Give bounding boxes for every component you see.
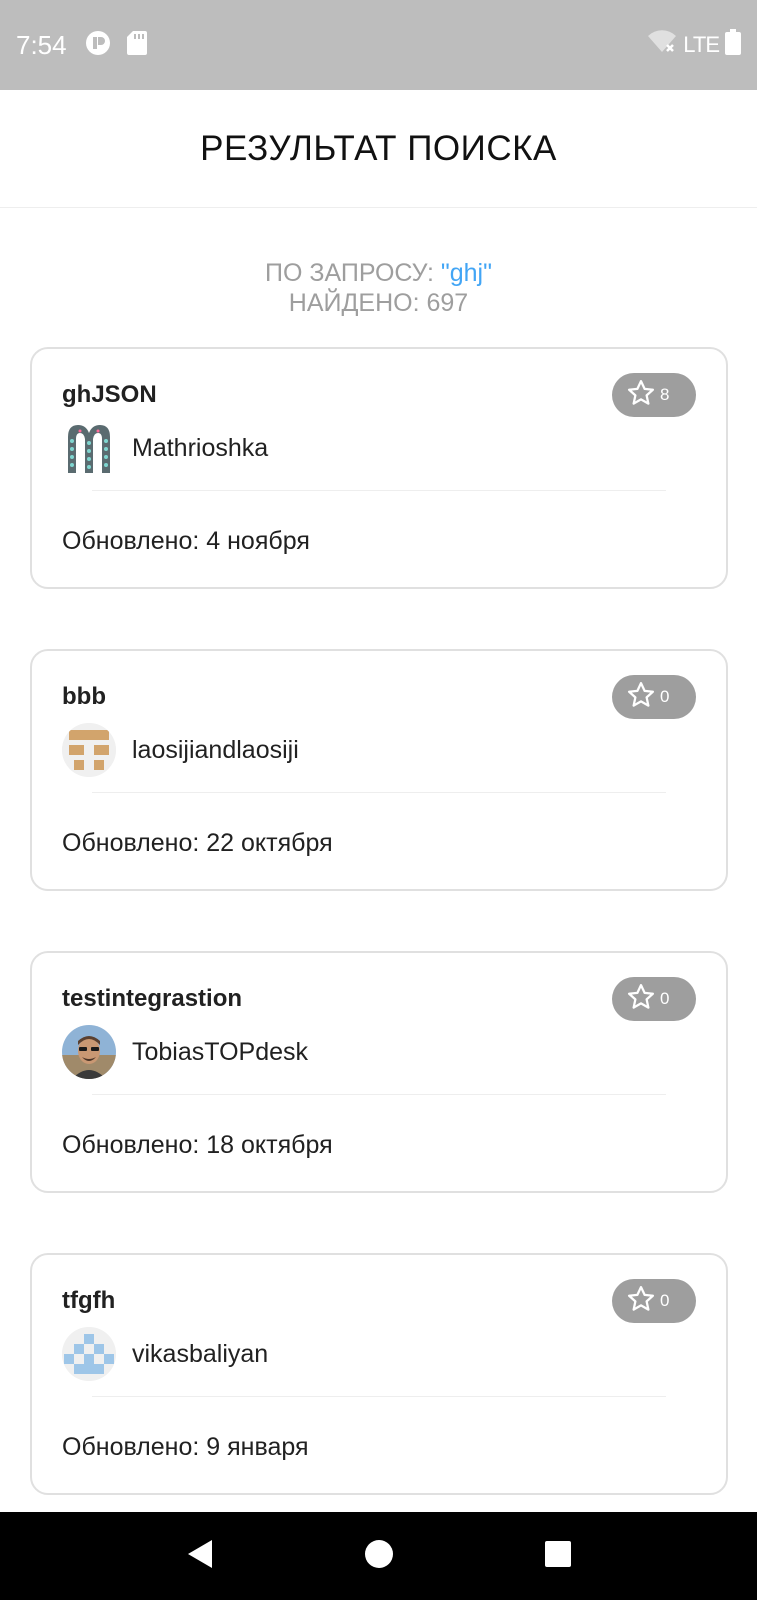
repo-card[interactable]: testintegrastion 0 TobiasTOPdesk Обновле… bbox=[30, 951, 728, 1193]
owner-name: laosijiandlaosiji bbox=[132, 735, 299, 764]
app-bar: РЕЗУЛЬТАТ ПОИСКА bbox=[0, 90, 757, 208]
star-icon bbox=[626, 680, 656, 715]
owner-name: TobiasTOPdesk bbox=[132, 1037, 309, 1066]
divider bbox=[92, 1396, 666, 1397]
found-count: НАЙДЕНО: 697 bbox=[288, 289, 469, 317]
star-badge: 0 bbox=[612, 675, 696, 719]
record-icon bbox=[85, 30, 111, 61]
home-button[interactable] bbox=[359, 1536, 399, 1576]
star-icon bbox=[626, 378, 656, 413]
divider bbox=[92, 1094, 666, 1095]
battery-icon bbox=[725, 29, 741, 61]
star-icon bbox=[626, 982, 656, 1017]
identicon-blue-avatar bbox=[62, 1327, 116, 1381]
matryoshka-logo-avatar bbox=[62, 421, 116, 475]
wifi-off-icon bbox=[647, 30, 677, 60]
updated-date: Обновлено: 18 октября bbox=[62, 1131, 333, 1159]
network-type: LTE bbox=[683, 32, 720, 57]
system-nav-bar bbox=[0, 1512, 757, 1600]
repo-name: testintegrastion bbox=[62, 985, 243, 1012]
repo-name: tfgfh bbox=[62, 1287, 116, 1314]
query-value: "ghj" bbox=[440, 259, 492, 287]
divider bbox=[92, 792, 666, 793]
star-count: 0 bbox=[660, 1291, 670, 1310]
sd-card-icon bbox=[126, 30, 147, 60]
star-badge: 8 bbox=[612, 373, 696, 417]
page-title: РЕЗУЛЬТАТ ПОИСКА bbox=[200, 128, 557, 168]
star-badge: 0 bbox=[612, 1279, 696, 1323]
star-count: 8 bbox=[660, 385, 670, 404]
star-count: 0 bbox=[660, 989, 670, 1008]
search-summary: ПО ЗАПРОСУ: "ghj" НАЙДЕНО: 697 bbox=[0, 258, 757, 318]
repo-card[interactable]: ghJSON 8 Mathrioshka Обновлено: 4 ноября bbox=[30, 347, 728, 589]
status-time: 7:54 bbox=[16, 29, 67, 60]
repo-card[interactable]: tfgfh 0 vikasbaliyan Обновлено: 9 января bbox=[30, 1253, 728, 1495]
photo-avatar bbox=[62, 1025, 116, 1079]
owner-name: Mathrioshka bbox=[132, 433, 269, 462]
query-label: ПО ЗАПРОСУ: bbox=[265, 259, 441, 287]
identicon-tan-avatar bbox=[62, 723, 116, 777]
back-button[interactable] bbox=[180, 1536, 220, 1576]
owner-row[interactable]: TobiasTOPdesk bbox=[62, 1025, 308, 1079]
home-circle-icon bbox=[364, 1539, 394, 1574]
owner-row[interactable]: Mathrioshka bbox=[62, 421, 268, 475]
owner-row[interactable]: vikasbaliyan bbox=[62, 1327, 268, 1381]
recents-button[interactable] bbox=[538, 1536, 578, 1576]
updated-date: Обновлено: 22 октября bbox=[62, 829, 333, 857]
divider bbox=[92, 490, 666, 491]
recents-square-icon bbox=[544, 1540, 572, 1573]
star-badge: 0 bbox=[612, 977, 696, 1021]
updated-date: Обновлено: 4 ноября bbox=[62, 527, 310, 555]
repo-name: bbb bbox=[62, 683, 106, 710]
star-count: 0 bbox=[660, 687, 670, 706]
results-list: ghJSON 8 Mathrioshka Обновлено: 4 ноября… bbox=[30, 347, 728, 1555]
owner-name: vikasbaliyan bbox=[132, 1339, 269, 1368]
updated-date: Обновлено: 9 января bbox=[62, 1433, 309, 1461]
repo-card[interactable]: bbb 0 laosijiandlaosiji Обновлено: 22 ок… bbox=[30, 649, 728, 891]
repo-name: ghJSON bbox=[62, 381, 157, 408]
back-triangle-icon bbox=[186, 1538, 214, 1575]
query-line: ПО ЗАПРОСУ: "ghj" bbox=[0, 258, 757, 288]
owner-row[interactable]: laosijiandlaosiji bbox=[62, 723, 299, 777]
status-bar: 7:54 LTE bbox=[0, 0, 757, 90]
star-icon bbox=[626, 1284, 656, 1319]
